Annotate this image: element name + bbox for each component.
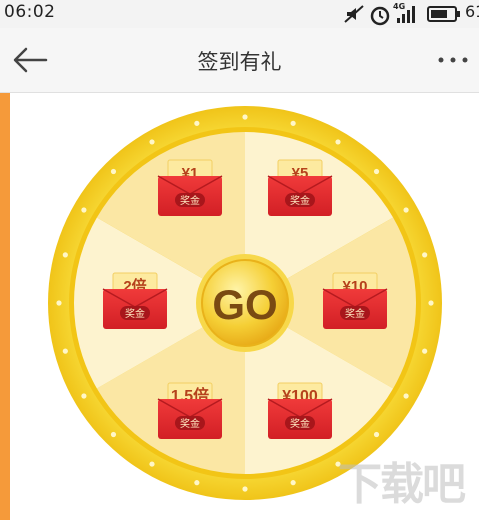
- content-area: GO ¥1 奖金 ¥5 奖金 ¥10 奖金 ¥100 奖金 1.5倍 奖金 2倍 奖金 下载吧: [0, 93, 479, 520]
- prize-envelope: 1.5倍奖金: [157, 382, 223, 439]
- prize-tag: 奖金: [290, 417, 310, 430]
- prize-tag: 奖金: [345, 307, 365, 320]
- status-time: 06:02: [4, 2, 56, 22]
- prize-tag: 奖金: [180, 417, 200, 430]
- battery-percent: 61: [465, 2, 479, 21]
- page-title: 签到有礼: [197, 50, 282, 74]
- prize-tag: 奖金: [290, 194, 310, 207]
- alarm-icon: [370, 6, 390, 26]
- prize-envelope: ¥1奖金: [157, 159, 223, 216]
- more-dots-icon: [438, 57, 468, 63]
- go-button[interactable]: GO: [196, 254, 294, 352]
- prize-envelope: ¥5奖金: [267, 159, 333, 216]
- mute-icon: [344, 5, 364, 23]
- prize-envelope: ¥100奖金: [267, 382, 333, 439]
- go-label: GO: [212, 281, 277, 328]
- status-bar: 06:02 4G 61: [0, 0, 479, 28]
- battery-icon: [427, 6, 460, 22]
- prize-tag: 奖金: [180, 194, 200, 207]
- prize-envelope: ¥10奖金: [322, 272, 388, 329]
- nav-bar: 签到有礼: [0, 28, 479, 93]
- prize-envelope: 2倍奖金: [102, 272, 168, 329]
- signal-icon: [397, 6, 415, 23]
- watermark: 下载吧: [338, 459, 466, 510]
- prize-tag: 奖金: [125, 307, 145, 320]
- more-button[interactable]: [435, 46, 475, 74]
